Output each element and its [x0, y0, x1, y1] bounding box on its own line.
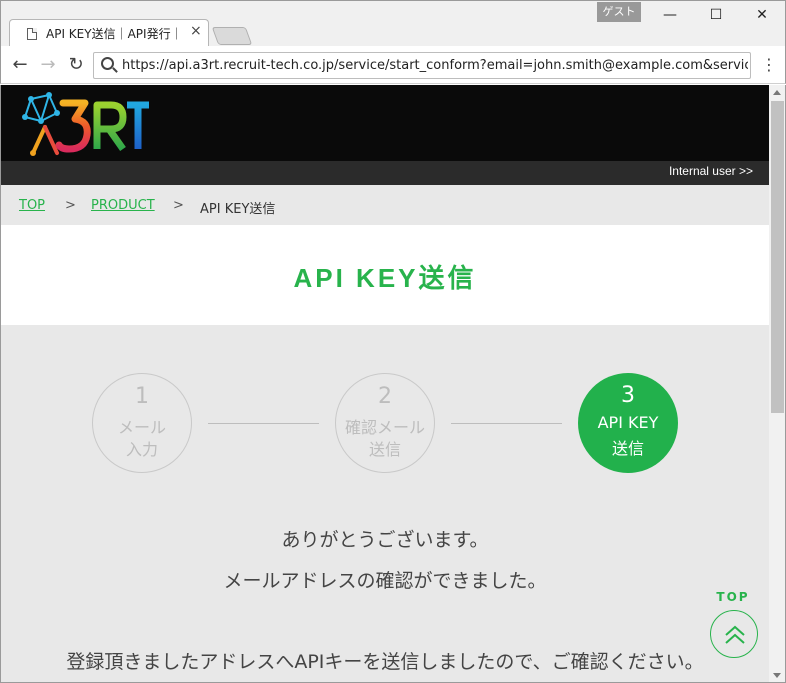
step-label: API KEY — [597, 413, 659, 432]
breadcrumb-separator: > — [173, 198, 184, 213]
guest-badge[interactable]: ゲスト — [597, 2, 641, 22]
browser-titlebar: API KEY送信｜API発行｜A3RT × ゲスト — ☐ ✕ — [0, 0, 786, 47]
step-label: メール — [117, 418, 166, 437]
internal-user-link[interactable]: Internal user >> — [669, 164, 753, 178]
thank-you-message: ありがとうございます。 — [281, 529, 489, 551]
step-confirm-email: 2 確認メール 送信 — [335, 373, 435, 473]
step-label: 送信 — [368, 440, 401, 459]
back-button[interactable]: ← — [9, 54, 31, 76]
step-email-input: 1 メール 入力 — [92, 373, 192, 473]
maximize-button[interactable]: ☐ — [693, 3, 739, 27]
browser-menu-button[interactable]: ⋮ — [761, 54, 777, 76]
search-icon — [101, 57, 114, 70]
browser-tab[interactable]: API KEY送信｜API発行｜A3RT × — [9, 19, 209, 47]
a3rt-logo[interactable] — [19, 91, 151, 157]
step-api-key-send: 3 API KEY 送信 — [578, 373, 678, 473]
address-bar[interactable]: https://api.a3rt.recruit-tech.co.jp/serv… — [93, 52, 751, 79]
breadcrumb: TOP > PRODUCT > API KEY送信 — [1, 185, 769, 225]
step-label: 送信 — [611, 439, 644, 458]
step-label: 入力 — [125, 440, 158, 459]
browser-toolbar: ← → ↻ https://api.a3rt.recruit-tech.co.j… — [0, 46, 786, 84]
new-tab-button[interactable] — [211, 27, 253, 45]
site-header — [1, 85, 769, 161]
site-subbar: Internal user >> — [1, 161, 769, 185]
to-top-label: TOP — [716, 590, 750, 604]
page-viewport: Internal user >> TOP > PRODUCT > API KEY… — [0, 85, 786, 683]
step-connector — [208, 423, 319, 424]
step-label: 確認メール — [344, 418, 425, 437]
email-confirmed-message: メールアドレスの確認ができました。 — [223, 570, 547, 592]
step-connector — [451, 423, 562, 424]
url-text[interactable]: https://api.a3rt.recruit-tech.co.jp/serv… — [122, 58, 748, 73]
breadcrumb-product-link[interactable]: PRODUCT — [91, 198, 155, 213]
forward-button[interactable]: → — [37, 54, 59, 76]
close-window-button[interactable]: ✕ — [739, 3, 785, 27]
breadcrumb-current: API KEY送信 — [200, 202, 276, 217]
tab-close-button[interactable]: × — [190, 23, 202, 39]
progress-steps: 1 メール 入力 2 確認メール 送信 3 API KEY 送信 — [1, 325, 769, 525]
double-chevron-up-icon — [725, 625, 745, 644]
step-number: 1 — [135, 384, 149, 409]
tab-title: API KEY送信｜API発行｜A3RT — [46, 27, 178, 41]
minimize-button[interactable]: — — [647, 3, 693, 27]
step-number: 3 — [621, 383, 635, 408]
vertical-scrollbar[interactable] — [769, 85, 785, 682]
page-icon — [27, 28, 37, 40]
breadcrumb-separator: > — [65, 198, 76, 213]
to-top-circle[interactable] — [710, 610, 758, 658]
page-title: API KEY送信 — [293, 263, 477, 293]
title-band: API KEY送信 — [1, 225, 769, 325]
breadcrumb-top-link[interactable]: TOP — [19, 198, 45, 213]
api-key-sent-message: 登録頂きましたアドレスへAPIキーを送信しましたので、ご確認ください。 — [66, 651, 704, 673]
page-content: Internal user >> TOP > PRODUCT > API KEY… — [1, 85, 769, 682]
scroll-up-icon[interactable] — [773, 90, 781, 95]
scroll-down-icon[interactable] — [773, 673, 781, 678]
step-number: 2 — [378, 384, 392, 409]
reload-button[interactable]: ↻ — [65, 54, 87, 76]
scrollbar-thumb[interactable] — [771, 101, 784, 413]
back-to-top-button[interactable]: TOP — [707, 590, 767, 670]
